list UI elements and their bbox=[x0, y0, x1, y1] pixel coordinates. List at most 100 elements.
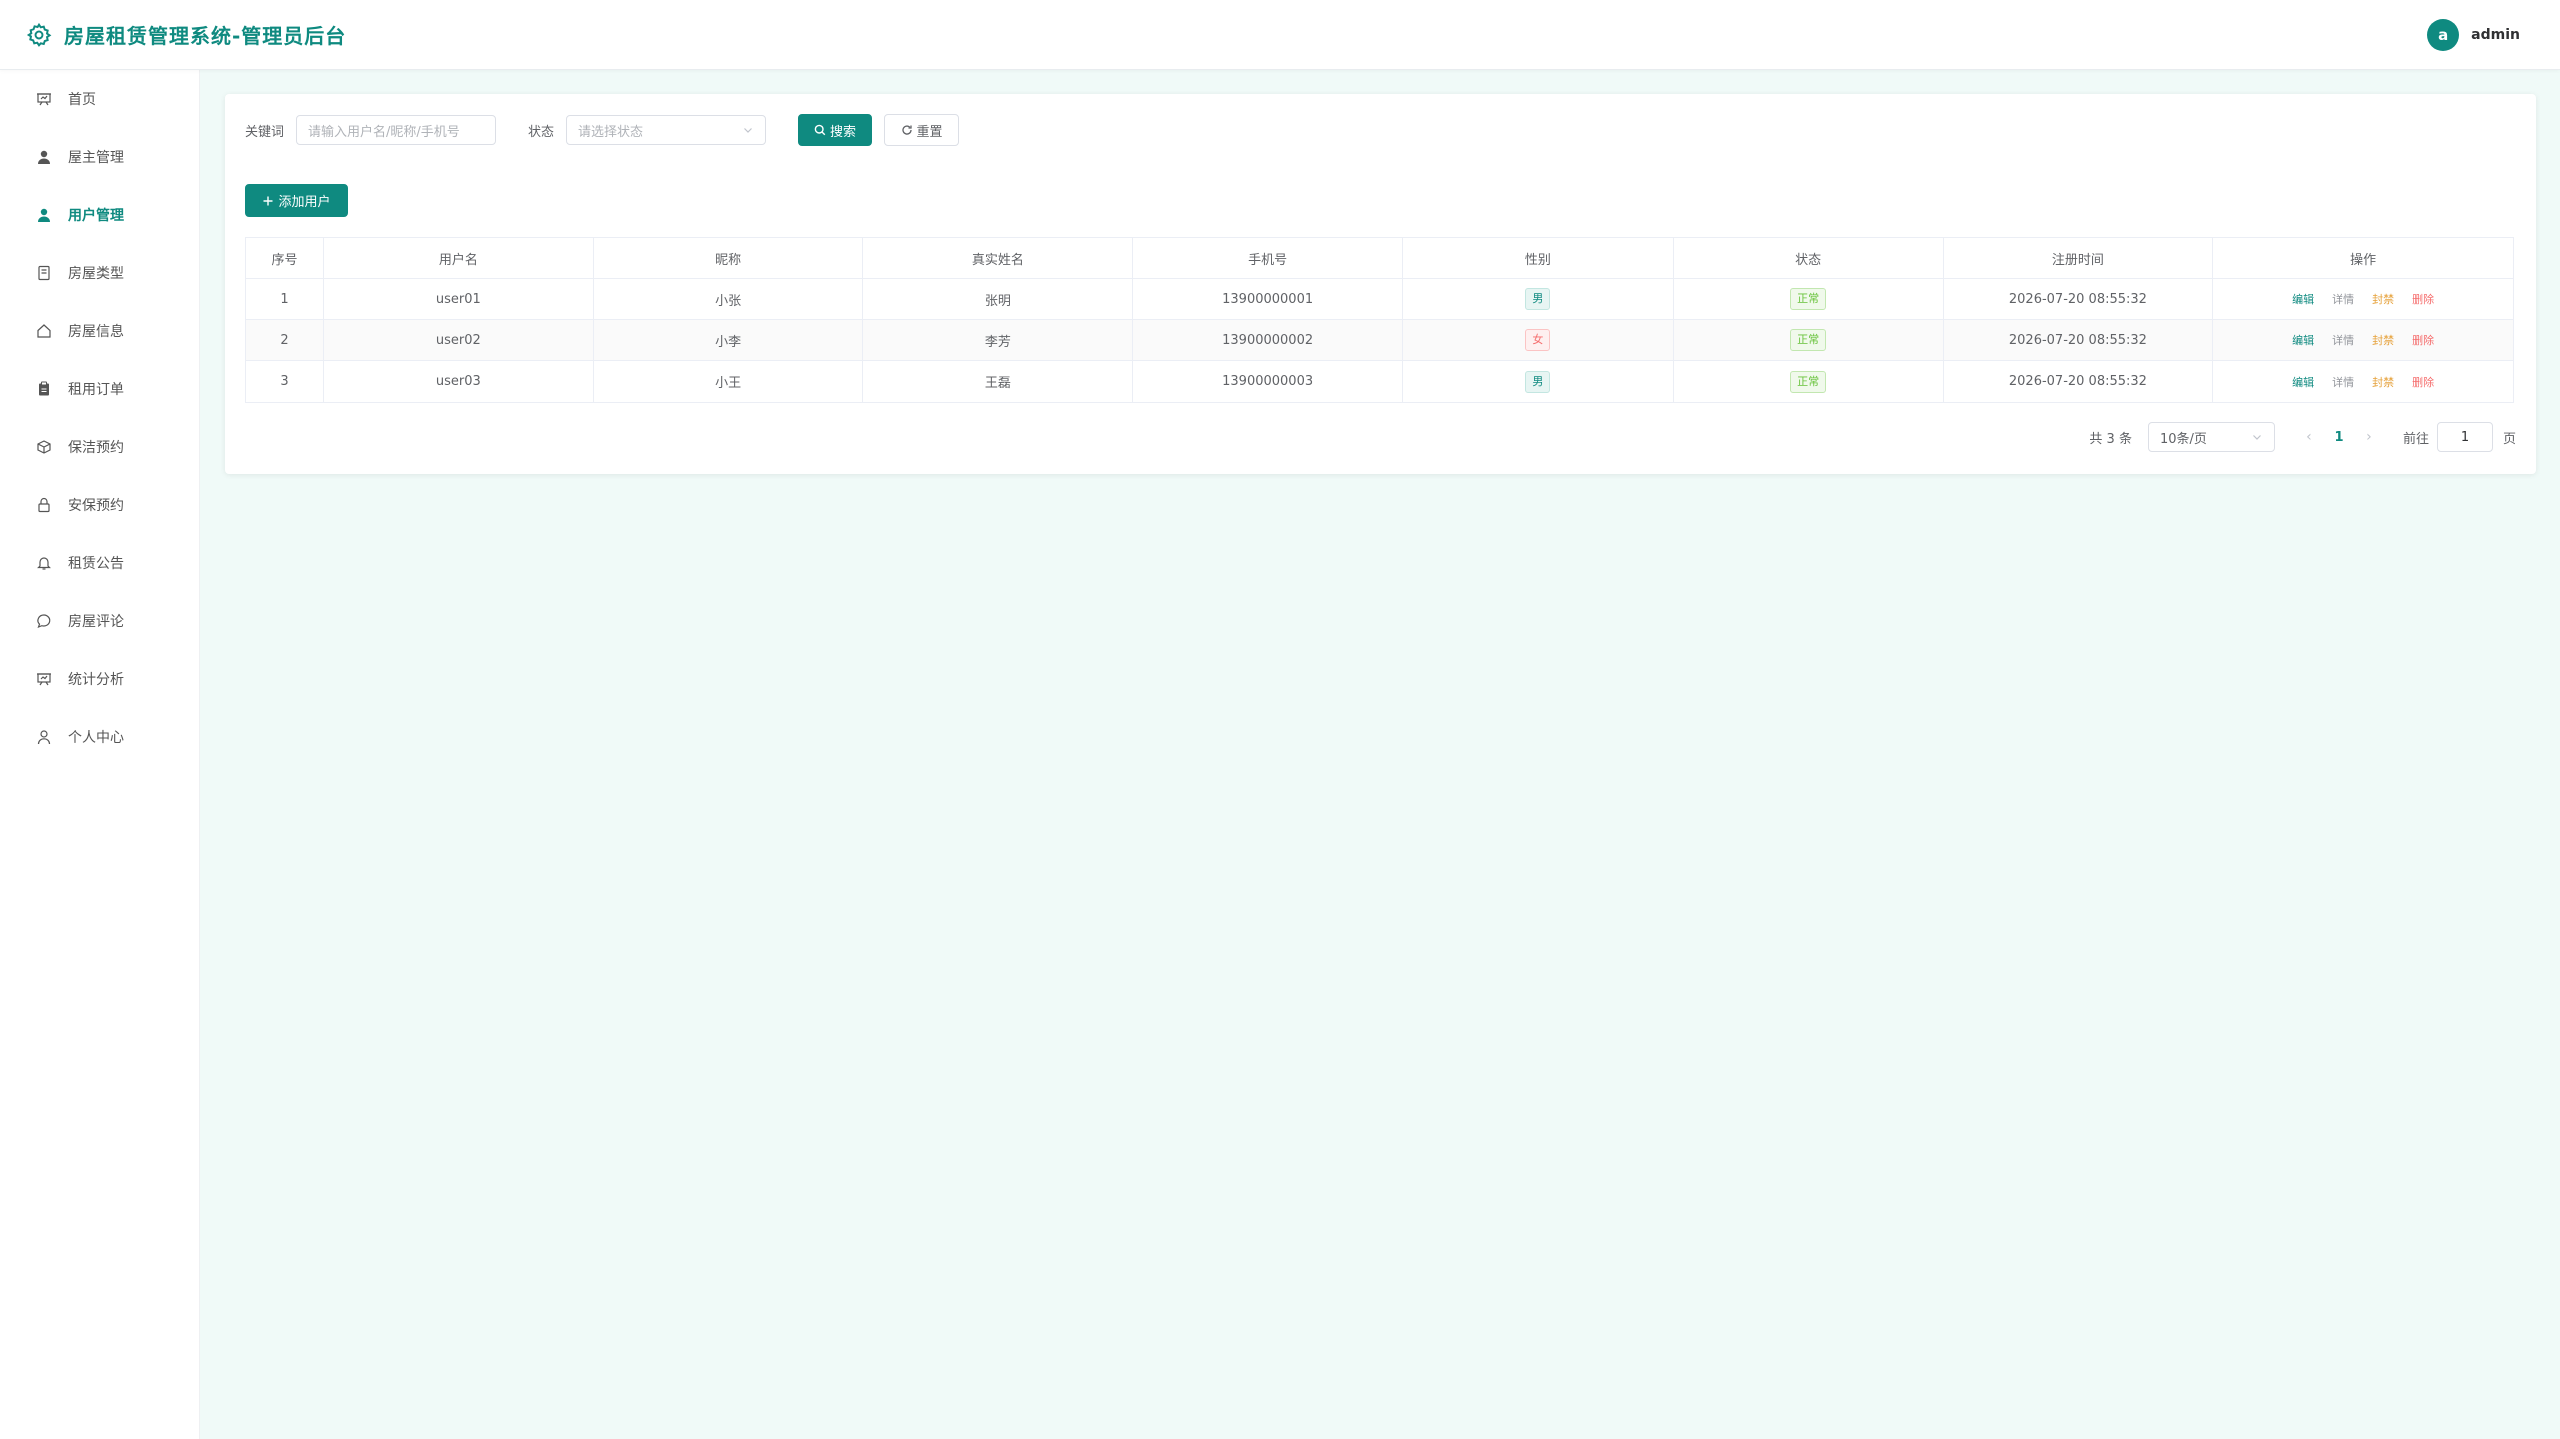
cell-username: user03 bbox=[324, 361, 594, 402]
sidebar-item-label: 屋主管理 bbox=[68, 150, 124, 166]
cell-actions: 编辑 详情 封禁 删除 bbox=[2213, 361, 2513, 402]
add-user-button-label: 添加用户 bbox=[278, 195, 331, 210]
add-user-button[interactable]: 添加用户 bbox=[245, 184, 348, 217]
presentation-icon bbox=[37, 93, 51, 106]
search-icon bbox=[814, 124, 826, 136]
status-badge: 正常 bbox=[1790, 329, 1827, 351]
sidebar-item-house-type[interactable]: 房屋类型 bbox=[0, 244, 199, 302]
sidebar-item-label: 首页 bbox=[68, 92, 96, 108]
prev-page-icon[interactable]: ‹ bbox=[2293, 429, 2325, 445]
cell-index: 2 bbox=[246, 320, 324, 360]
cell-username: user01 bbox=[324, 279, 594, 319]
sidebar-item-user-management[interactable]: 用户管理 bbox=[0, 186, 199, 244]
table-row[interactable]: 2 user02 小李 李芳 13900000002 女 正常 2026-07-… bbox=[246, 320, 2513, 361]
cell-registered: 2026-07-20 08:55:32 bbox=[1944, 361, 2214, 402]
edit-link[interactable]: 编辑 bbox=[2292, 332, 2314, 348]
sidebar-item-house-comments[interactable]: 房屋评论 bbox=[0, 592, 199, 650]
keyword-input[interactable]: 请输入用户名/昵称/手机号 bbox=[296, 115, 497, 145]
table-header-cell: 注册时间 bbox=[1944, 238, 2214, 278]
sidebar-item-label: 安保预约 bbox=[68, 498, 124, 514]
keyword-placeholder: 请输入用户名/昵称/手机号 bbox=[308, 124, 460, 140]
reset-button-label: 重置 bbox=[916, 124, 943, 140]
detail-link[interactable]: 详情 bbox=[2332, 291, 2354, 307]
goto-page-value: 1 bbox=[2460, 429, 2470, 445]
cell-gender: 女 bbox=[1403, 320, 1674, 360]
chevron-down-icon bbox=[744, 128, 752, 133]
sidebar-item-label: 个人中心 bbox=[68, 730, 124, 746]
table-header-cell: 手机号 bbox=[1133, 238, 1403, 278]
user-menu[interactable]: a admin bbox=[2427, 19, 2520, 51]
delete-link[interactable]: 删除 bbox=[2412, 374, 2434, 390]
user-filled-icon bbox=[38, 208, 50, 222]
sidebar-item-label: 保洁预约 bbox=[68, 440, 124, 456]
cell-actions: 编辑 详情 封禁 删除 bbox=[2213, 320, 2513, 360]
cell-registered: 2026-07-20 08:55:32 bbox=[1944, 320, 2214, 360]
ban-link[interactable]: 封禁 bbox=[2372, 291, 2394, 307]
cell-status: 正常 bbox=[1674, 320, 1944, 360]
user-table: 序号 用户名 昵称 真实姓名 手机号 性别 状态 注册时间 操作 1 user0… bbox=[245, 237, 2514, 403]
refresh-icon bbox=[901, 125, 912, 135]
cell-actions: 编辑 详情 封禁 删除 bbox=[2213, 279, 2513, 319]
sidebar-item-label: 租用订单 bbox=[68, 382, 124, 398]
app-title: 房屋租赁管理系统-管理员后台 bbox=[64, 24, 347, 48]
avatar[interactable]: a bbox=[2427, 19, 2460, 51]
next-page-icon[interactable]: › bbox=[2353, 429, 2385, 445]
sidebar-item-rental-orders[interactable]: 租用订单 bbox=[0, 360, 199, 418]
sidebar-item-label: 房屋评论 bbox=[68, 614, 124, 630]
lock-icon bbox=[38, 497, 50, 513]
cell-nickname: 小李 bbox=[594, 320, 864, 360]
goto-label: 前往 bbox=[2402, 431, 2429, 447]
detail-link[interactable]: 详情 bbox=[2332, 332, 2354, 348]
delete-link[interactable]: 删除 bbox=[2412, 332, 2434, 348]
status-badge: 正常 bbox=[1790, 370, 1827, 393]
page-number[interactable]: 1 bbox=[2325, 430, 2353, 445]
sidebar-item-statistics[interactable]: 统计分析 bbox=[0, 650, 199, 708]
sidebar-item-rental-notice[interactable]: 租赁公告 bbox=[0, 534, 199, 592]
edit-link[interactable]: 编辑 bbox=[2292, 291, 2314, 307]
detail-link[interactable]: 详情 bbox=[2332, 374, 2354, 390]
ban-link[interactable]: 封禁 bbox=[2372, 374, 2394, 390]
sidebar-item-cleaning-booking[interactable]: 保洁预约 bbox=[0, 418, 199, 476]
search-button-label: 搜索 bbox=[830, 124, 857, 140]
status-badge: 正常 bbox=[1790, 288, 1827, 310]
page-size-value: 10条/页 bbox=[2159, 431, 2207, 447]
sidebar-item-label: 房屋类型 bbox=[68, 266, 124, 282]
chat-icon bbox=[37, 614, 51, 629]
gender-tag: 女 bbox=[1525, 329, 1551, 351]
chevron-down-icon bbox=[2253, 435, 2261, 440]
cell-nickname: 小王 bbox=[594, 361, 864, 402]
sidebar: 首页 屋主管理 用户管理 房屋类型 房屋信息 租用订单 保洁预约 安保预约 租赁… bbox=[0, 70, 200, 1439]
sidebar-item-profile[interactable]: 个人中心 bbox=[0, 708, 199, 766]
edit-link[interactable]: 编辑 bbox=[2292, 374, 2314, 390]
cell-phone: 13900000002 bbox=[1133, 320, 1403, 360]
gender-tag: 男 bbox=[1525, 288, 1551, 310]
presentation-icon bbox=[37, 673, 51, 686]
gender-tag: 男 bbox=[1525, 370, 1551, 393]
cell-phone: 13900000003 bbox=[1133, 361, 1403, 402]
cell-realname: 王磊 bbox=[863, 361, 1134, 402]
table-row[interactable]: 3 user03 小王 王磊 13900000003 男 正常 2026-07-… bbox=[246, 361, 2513, 402]
user-list-card: 关键词 请输入用户名/昵称/手机号 状态 请选择状态 搜索 重置 添加用户 序号… bbox=[225, 94, 2536, 474]
status-select[interactable]: 请选择状态 bbox=[566, 115, 767, 145]
sidebar-item-home[interactable]: 首页 bbox=[0, 70, 199, 128]
ban-link[interactable]: 封禁 bbox=[2372, 332, 2394, 348]
page-size-select[interactable]: 10条/页 bbox=[2147, 422, 2275, 452]
status-label: 状态 bbox=[528, 124, 555, 140]
cell-realname: 李芳 bbox=[863, 320, 1134, 360]
search-button[interactable]: 搜索 bbox=[798, 114, 873, 146]
table-header-cell: 状态 bbox=[1674, 238, 1944, 278]
house-icon bbox=[37, 324, 51, 338]
sidebar-item-label: 租赁公告 bbox=[68, 556, 124, 572]
cell-gender: 男 bbox=[1403, 361, 1674, 402]
cell-realname: 张明 bbox=[863, 279, 1134, 319]
table-header-cell: 昵称 bbox=[594, 238, 864, 278]
sidebar-item-house-info[interactable]: 房屋信息 bbox=[0, 302, 199, 360]
sidebar-item-owner-management[interactable]: 屋主管理 bbox=[0, 128, 199, 186]
cell-index: 1 bbox=[246, 279, 324, 319]
username[interactable]: admin bbox=[2471, 27, 2520, 43]
delete-link[interactable]: 删除 bbox=[2412, 291, 2434, 307]
goto-page-input[interactable]: 1 bbox=[2436, 422, 2493, 452]
reset-button[interactable]: 重置 bbox=[884, 114, 960, 146]
table-row[interactable]: 1 user01 小张 张明 13900000001 男 正常 2026-07-… bbox=[246, 279, 2513, 320]
sidebar-item-security-booking[interactable]: 安保预约 bbox=[0, 476, 199, 534]
